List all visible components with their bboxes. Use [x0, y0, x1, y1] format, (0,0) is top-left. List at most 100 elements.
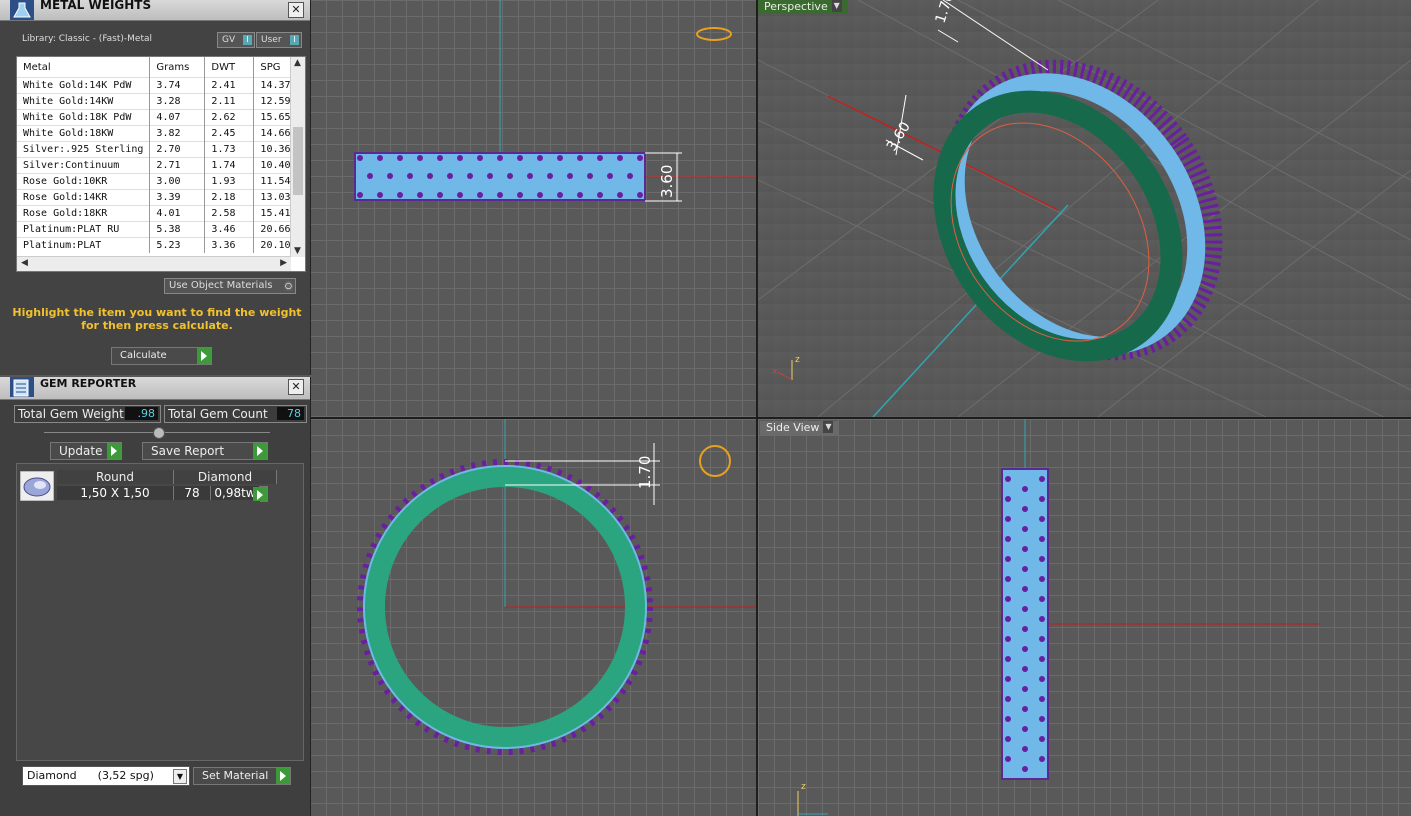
- set-material-button[interactable]: Set Material: [193, 767, 291, 785]
- viewport-perspective[interactable]: Perspective ▼ 1.70 3.60 z x: [758, 0, 1411, 417]
- toggle-icon: I: [243, 35, 252, 45]
- axis-gizmo-icon: z x: [772, 355, 800, 381]
- dwt-cell: 2.11: [204, 93, 255, 110]
- metal-name-cell: Silver:.925 Sterling: [17, 141, 151, 158]
- metal-name-cell: White Gold:18K PdW: [17, 109, 151, 126]
- metal-weights-title: METAL WEIGHTS: [40, 0, 152, 12]
- col-dwt[interactable]: DWT: [204, 57, 255, 78]
- scroll-left-icon[interactable]: ◀: [21, 258, 28, 268]
- col-metal[interactable]: Metal: [17, 57, 151, 78]
- top-view-dimension: 1.70: [636, 456, 654, 489]
- dwt-cell: 2.58: [204, 205, 255, 222]
- total-gem-weight-value: .98: [125, 407, 158, 420]
- table-row[interactable]: White Gold:18KW 3.82 2.45 14.66: [17, 125, 304, 142]
- table-row[interactable]: Rose Gold:14KR 3.39 2.18 13.03: [17, 189, 304, 206]
- table-row[interactable]: Platinum:PLAT 5.23 3.36 20.10: [17, 237, 304, 253]
- total-gem-count: Total Gem Count 78: [164, 405, 307, 423]
- top-view-render: 1.70: [357, 419, 756, 755]
- metal-weights-titlebar[interactable]: METAL WEIGHTS ✕: [0, 0, 310, 21]
- save-report-button[interactable]: Save Report: [142, 442, 268, 460]
- grams-cell: 4.01: [149, 205, 206, 222]
- ring-gizmo-icon: [696, 27, 732, 41]
- scroll-up-icon[interactable]: ▲: [294, 58, 301, 68]
- table-row[interactable]: Platinum:PLAT RU 5.38 3.46 20.66: [17, 221, 304, 238]
- close-icon[interactable]: ✕: [288, 379, 304, 395]
- calculate-hint: Highlight the item you want to find the …: [12, 306, 302, 332]
- grams-cell: 3.74: [149, 77, 206, 94]
- metal-table[interactable]: Metal Grams DWT SPG White Gold:14K PdW 3.…: [16, 56, 306, 272]
- viewport-side[interactable]: Side View ▼ z: [758, 419, 1411, 816]
- grams-cell: 4.07: [149, 109, 206, 126]
- metal-name-cell: White Gold:14K PdW: [17, 77, 151, 94]
- ring-top-gizmo-icon: [699, 445, 731, 477]
- metal-name-cell: White Gold:18KW: [17, 125, 151, 142]
- horizontal-scrollbar[interactable]: ◀ ▶: [17, 256, 291, 271]
- front-dimension: 3.60: [658, 165, 676, 198]
- perspective-render: 1.70 3.60 z x: [758, 0, 1411, 417]
- dwt-cell: 3.36: [204, 237, 255, 253]
- side-view-render: z: [797, 419, 1320, 816]
- metal-weights-panel: METAL WEIGHTS ✕ Library: Classic - (Fast…: [0, 0, 311, 375]
- gv-toggle[interactable]: GV I: [217, 32, 255, 48]
- perspective-label[interactable]: Perspective ▼: [758, 0, 848, 14]
- grams-cell: 3.39: [149, 189, 206, 206]
- gem-count: 78: [174, 486, 211, 500]
- viewport-top[interactable]: 1.70: [310, 419, 756, 816]
- gem-reporter-titlebar[interactable]: GEM REPORTER ✕: [0, 377, 310, 400]
- side-axis-gizmo-icon: z: [797, 782, 828, 816]
- update-button[interactable]: Update: [50, 442, 122, 460]
- gem-reporter-panel: GEM REPORTER ✕ Total Gem Weight .98 Tota…: [0, 377, 311, 816]
- svg-text:z: z: [795, 355, 800, 365]
- total-gem-count-value: 78: [277, 407, 304, 420]
- table-row[interactable]: Rose Gold:18KR 4.01 2.58 15.41: [17, 205, 304, 222]
- material-select[interactable]: Diamond (3,52 spg) ▼: [22, 766, 190, 786]
- metal-name-cell: Platinum:PLAT: [17, 237, 151, 253]
- chevron-down-icon[interactable]: ▼: [173, 769, 187, 784]
- grams-cell: 5.23: [149, 237, 206, 253]
- table-row[interactable]: White Gold:14KW 3.28 2.11 12.59: [17, 93, 304, 110]
- gem-list[interactable]: Round Diamond 1,50 X 1,50 78 0,98tw: [16, 463, 304, 761]
- viewport-divider-h[interactable]: [310, 417, 1411, 419]
- dwt-cell: 2.18: [204, 189, 255, 206]
- user-toggle[interactable]: User I: [256, 32, 302, 48]
- svg-text:x: x: [772, 367, 778, 377]
- grams-cell: 3.82: [149, 125, 206, 142]
- gem-row-button[interactable]: [253, 486, 268, 502]
- front-view-render: 3.60: [354, 0, 756, 202]
- calculate-button[interactable]: Calculate: [111, 347, 212, 365]
- scroll-right-icon[interactable]: ▶: [280, 258, 287, 268]
- gem-size: 1,50 X 1,50: [57, 486, 174, 500]
- grams-cell: 3.00: [149, 173, 206, 190]
- side-view-label[interactable]: Side View ▼: [760, 421, 840, 435]
- col-grams[interactable]: Grams: [149, 57, 206, 78]
- splitter-knob-icon[interactable]: [153, 427, 165, 439]
- grams-cell: 2.71: [149, 157, 206, 174]
- library-label: Library: Classic - (Fast)-Metal: [22, 34, 153, 44]
- metal-name-cell: Platinum:PLAT RU: [17, 221, 151, 238]
- total-gem-weight: Total Gem Weight .98: [14, 405, 161, 423]
- table-row[interactable]: Rose Gold:10KR 3.00 1.93 11.54: [17, 173, 304, 190]
- round-gem-icon: [20, 471, 54, 501]
- close-icon[interactable]: ✕: [288, 2, 304, 18]
- table-row[interactable]: White Gold:18K PdW 4.07 2.62 15.65: [17, 109, 304, 126]
- toggle-icon: I: [290, 35, 299, 45]
- scroll-thumb[interactable]: [293, 127, 303, 195]
- table-row[interactable]: Silver:Continuum 2.71 1.74 10.40: [17, 157, 304, 174]
- viewport-menu-icon[interactable]: ▼: [823, 421, 834, 433]
- scroll-down-icon[interactable]: ▼: [294, 246, 301, 256]
- play-icon: [197, 348, 211, 364]
- perspective-dim-top: 1.70: [933, 0, 958, 25]
- viewport-front[interactable]: 3.60: [310, 0, 756, 417]
- vertical-scrollbar[interactable]: ▲ ▼: [290, 57, 305, 257]
- metal-name-cell: White Gold:14KW: [17, 93, 151, 110]
- grams-cell: 3.28: [149, 93, 206, 110]
- play-icon: [253, 443, 267, 459]
- dwt-cell: 2.62: [204, 109, 255, 126]
- viewport-menu-icon[interactable]: ▼: [831, 0, 842, 12]
- viewport-divider-v[interactable]: [756, 0, 758, 816]
- play-icon: [253, 487, 267, 501]
- table-row[interactable]: Silver:.925 Sterling 2.70 1.73 10.36: [17, 141, 304, 158]
- dwt-cell: 3.46: [204, 221, 255, 238]
- use-object-materials-toggle[interactable]: Use Object Materials ○: [164, 278, 296, 294]
- table-row[interactable]: White Gold:14K PdW 3.74 2.41 14.37: [17, 77, 304, 94]
